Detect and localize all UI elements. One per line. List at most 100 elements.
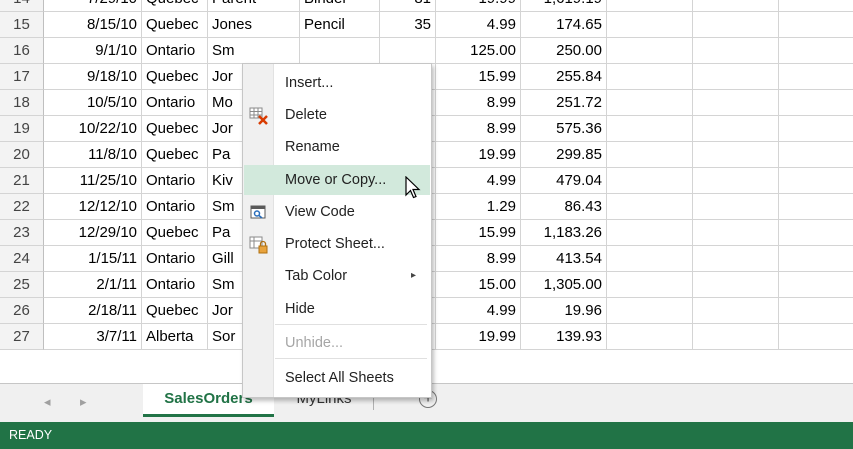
empty-cell[interactable]	[607, 142, 693, 168]
empty-cell[interactable]	[693, 116, 779, 142]
cell-date[interactable]: 12/29/10	[44, 220, 142, 246]
empty-cell[interactable]	[779, 298, 853, 324]
cell-units[interactable]	[380, 38, 436, 64]
cell-total[interactable]: 250.00	[521, 38, 607, 64]
empty-cell[interactable]	[607, 64, 693, 90]
empty-cell[interactable]	[693, 168, 779, 194]
cell-total[interactable]: 479.04	[521, 168, 607, 194]
cell-item[interactable]	[300, 38, 380, 64]
empty-cell[interactable]	[779, 0, 853, 12]
row-header[interactable]: 17	[0, 64, 44, 90]
cell-total[interactable]: 86.43	[521, 194, 607, 220]
cell-total[interactable]: 19.96	[521, 298, 607, 324]
cell-total[interactable]: 139.93	[521, 324, 607, 350]
empty-cell[interactable]	[607, 168, 693, 194]
empty-cell[interactable]	[607, 324, 693, 350]
menu-item-delete[interactable]: Delete	[244, 100, 430, 130]
empty-cell[interactable]	[693, 298, 779, 324]
cell-units[interactable]: 81	[380, 0, 436, 12]
empty-cell[interactable]	[693, 64, 779, 90]
empty-cell[interactable]	[779, 168, 853, 194]
cell-region[interactable]: Ontario	[142, 90, 208, 116]
empty-cell[interactable]	[779, 194, 853, 220]
cell-cost[interactable]: 4.99	[436, 12, 521, 38]
cell-region[interactable]: Alberta	[142, 324, 208, 350]
empty-cell[interactable]	[693, 272, 779, 298]
cell-region[interactable]: Quebec	[142, 116, 208, 142]
empty-cell[interactable]	[693, 12, 779, 38]
empty-cell[interactable]	[779, 38, 853, 64]
cell-date[interactable]: 3/7/11	[44, 324, 142, 350]
menu-item-tab-color[interactable]: Tab Color ▸	[244, 261, 430, 291]
empty-cell[interactable]	[607, 116, 693, 142]
cell-date[interactable]: 9/18/10	[44, 64, 142, 90]
row-header[interactable]: 20	[0, 142, 44, 168]
cell-total[interactable]: 1,183.26	[521, 220, 607, 246]
menu-item-protect-sheet[interactable]: Protect Sheet...	[244, 229, 430, 259]
menu-item-select-all-sheets[interactable]: Select All Sheets	[244, 363, 430, 393]
empty-cell[interactable]	[693, 324, 779, 350]
cell-cost[interactable]: 15.99	[436, 64, 521, 90]
scroll-tabs-left-icon[interactable]: ◂	[44, 394, 51, 410]
cell-total[interactable]: 575.36	[521, 116, 607, 142]
cell-date[interactable]: 9/1/10	[44, 38, 142, 64]
cell-rep[interactable]: Parent	[208, 0, 300, 12]
cell-total[interactable]: 174.65	[521, 12, 607, 38]
empty-cell[interactable]	[779, 116, 853, 142]
cell-total[interactable]: 1,305.00	[521, 272, 607, 298]
cell-cost[interactable]: 8.99	[436, 116, 521, 142]
cell-date[interactable]: 11/8/10	[44, 142, 142, 168]
row-header[interactable]: 14	[0, 0, 44, 12]
scroll-tabs-right-icon[interactable]: ▸	[80, 394, 87, 410]
row-header[interactable]: 22	[0, 194, 44, 220]
cell-total[interactable]: 251.72	[521, 90, 607, 116]
menu-item-view-code[interactable]: View Code	[244, 197, 430, 227]
empty-cell[interactable]	[693, 38, 779, 64]
empty-cell[interactable]	[693, 90, 779, 116]
cell-region[interactable]: Ontario	[142, 246, 208, 272]
row-header[interactable]: 16	[0, 38, 44, 64]
empty-cell[interactable]	[779, 220, 853, 246]
cell-item[interactable]: Binder	[300, 0, 380, 12]
empty-cell[interactable]	[607, 272, 693, 298]
menu-item-hide[interactable]: Hide	[244, 294, 430, 324]
cell-cost[interactable]: 15.00	[436, 272, 521, 298]
empty-cell[interactable]	[607, 90, 693, 116]
cell-date[interactable]: 10/22/10	[44, 116, 142, 142]
empty-cell[interactable]	[607, 194, 693, 220]
menu-item-move-or-copy[interactable]: Move or Copy...	[244, 165, 430, 199]
cell-cost[interactable]: 19.99	[436, 142, 521, 168]
cell-date[interactable]: 7/29/10	[44, 0, 142, 12]
cell-region[interactable]: Ontario	[142, 168, 208, 194]
row-header[interactable]: 25	[0, 272, 44, 298]
menu-item-insert[interactable]: Insert...	[244, 68, 430, 98]
empty-cell[interactable]	[779, 90, 853, 116]
cell-cost[interactable]: 1.29	[436, 194, 521, 220]
cell-rep[interactable]: Sm	[208, 38, 300, 64]
cell-region[interactable]: Quebec	[142, 220, 208, 246]
cell-cost[interactable]: 15.99	[436, 220, 521, 246]
cell-cost[interactable]: 19.99	[436, 324, 521, 350]
empty-cell[interactable]	[779, 64, 853, 90]
row-header[interactable]: 21	[0, 168, 44, 194]
row-header[interactable]: 23	[0, 220, 44, 246]
cell-cost[interactable]: 125.00	[436, 38, 521, 64]
table-row[interactable]: 16 9/1/10 Ontario Sm 125.00 250.00	[0, 38, 853, 64]
cell-cost[interactable]: 8.99	[436, 246, 521, 272]
cell-units[interactable]: 35	[380, 12, 436, 38]
menu-item-rename[interactable]: Rename	[244, 132, 430, 162]
empty-cell[interactable]	[607, 38, 693, 64]
empty-cell[interactable]	[607, 0, 693, 12]
empty-cell[interactable]	[693, 194, 779, 220]
cell-total[interactable]: 1,619.19	[521, 0, 607, 12]
cell-date[interactable]: 2/18/11	[44, 298, 142, 324]
cell-item[interactable]: Pencil	[300, 12, 380, 38]
cell-date[interactable]: 11/25/10	[44, 168, 142, 194]
table-row[interactable]: 15 8/15/10 Quebec Jones Pencil 35 4.99 174.65	[0, 12, 853, 38]
empty-cell[interactable]	[607, 246, 693, 272]
empty-cell[interactable]	[779, 12, 853, 38]
cell-date[interactable]: 10/5/10	[44, 90, 142, 116]
cell-date[interactable]: 1/15/11	[44, 246, 142, 272]
cell-rep[interactable]: Jones	[208, 12, 300, 38]
cell-region[interactable]: Quebec	[142, 12, 208, 38]
